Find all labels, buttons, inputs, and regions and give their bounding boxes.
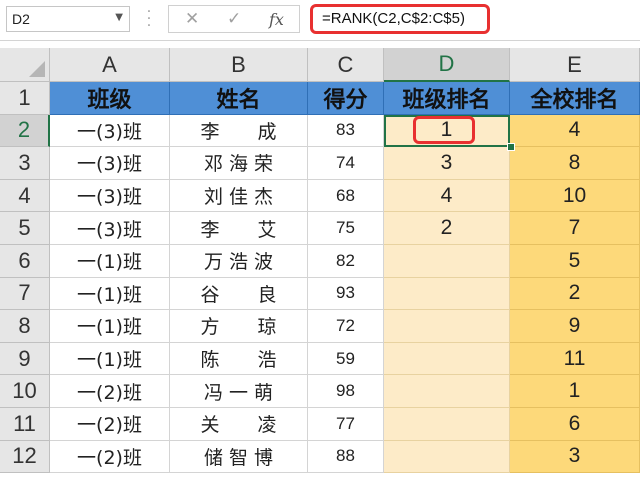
fill-handle[interactable] [507,143,515,151]
cell-score[interactable]: 59 [308,342,384,376]
cell-class[interactable]: 一(1)班 [50,310,170,343]
cell-class[interactable]: 一(3)班 [50,212,170,245]
cell-school-rank[interactable]: 9 [510,310,640,343]
column-header-a[interactable]: A [50,48,170,82]
cell-score[interactable]: 77 [308,408,384,441]
formula-bar: D2 ▼ · · · ✕ ✓ fx =RANK(C2,C$2:C$5) [0,0,640,41]
check-icon[interactable]: ✓ [227,9,241,29]
cell-school-rank[interactable]: 4 [510,114,640,148]
column-header-c[interactable]: C [308,48,384,82]
cell-name[interactable]: 邓 海 荣 [170,147,308,180]
table-header-cell[interactable]: 全校排名 [510,82,640,115]
cell-class-rank[interactable] [384,440,510,474]
row-header-12[interactable]: 12 [0,440,50,474]
cell-school-rank[interactable]: 11 [510,342,640,376]
row-header-9[interactable]: 9 [0,342,50,376]
cell-score[interactable]: 88 [308,440,384,474]
row-header-8[interactable]: 8 [0,310,50,343]
row-header-5[interactable]: 5 [0,212,50,245]
row-header-6[interactable]: 6 [0,245,50,278]
cell-name[interactable]: 李 成 [170,114,308,148]
cell-school-rank[interactable]: 6 [510,408,640,441]
formula-input[interactable]: =RANK(C2,C$2:C$5) [310,4,490,34]
column-header-b[interactable]: B [170,48,308,82]
cell-class[interactable]: 一(2)班 [50,408,170,441]
cell-school-rank[interactable]: 3 [510,440,640,474]
cell-class-rank[interactable] [384,245,510,278]
cell-class[interactable]: 一(2)班 [50,440,170,474]
cell-name[interactable]: 李 艾 [170,212,308,245]
cell-class-rank[interactable] [384,277,510,311]
cell-school-rank[interactable]: 5 [510,245,640,278]
chevron-down-icon[interactable]: ▼ [115,12,123,23]
table-header-cell[interactable]: 姓名 [170,82,308,115]
table-header-cell[interactable]: 得分 [308,82,384,115]
cell-school-rank[interactable]: 1 [510,375,640,408]
cell-class[interactable]: 一(1)班 [50,342,170,376]
cell-class-rank[interactable]: 1 [384,114,510,148]
cell-score[interactable]: 98 [308,375,384,408]
cell-school-rank[interactable]: 8 [510,147,640,180]
cell-name[interactable]: 储 智 博 [170,440,308,474]
cell-name[interactable]: 陈 浩 [170,342,308,376]
cell-score[interactable]: 82 [308,245,384,278]
cell-name[interactable]: 刘 佳 杰 [170,179,308,213]
cell-class-rank[interactable]: 3 [384,147,510,180]
cell-class-rank[interactable] [384,375,510,408]
row-header-10[interactable]: 10 [0,375,50,408]
cell-score[interactable]: 75 [308,212,384,245]
cell-name[interactable]: 方 琼 [170,310,308,343]
column-header-d[interactable]: D [384,48,510,82]
cell-class-rank[interactable] [384,408,510,441]
cell-class[interactable]: 一(3)班 [50,147,170,180]
select-all-corner[interactable] [0,48,50,82]
cell-class[interactable]: 一(1)班 [50,245,170,278]
row-header-11[interactable]: 11 [0,408,50,441]
row-header-1[interactable]: 1 [0,82,50,115]
row-header-7[interactable]: 7 [0,277,50,311]
cell-school-rank[interactable]: 10 [510,179,640,213]
cancel-icon[interactable]: ✕ [185,9,199,29]
cell-class[interactable]: 一(3)班 [50,114,170,148]
cell-score[interactable]: 74 [308,147,384,180]
table-header-cell[interactable]: 班级 [50,82,170,115]
cell-school-rank[interactable]: 2 [510,277,640,311]
cell-name[interactable]: 冯 一 萌 [170,375,308,408]
cell-class[interactable]: 一(3)班 [50,179,170,213]
cell-class-rank[interactable] [384,310,510,343]
cell-name[interactable]: 谷 良 [170,277,308,311]
cell-name[interactable]: 关 凌 [170,408,308,441]
cell-class[interactable]: 一(2)班 [50,375,170,408]
column-header-e[interactable]: E [510,48,640,82]
cell-class-rank[interactable]: 4 [384,179,510,213]
cell-school-rank[interactable]: 7 [510,212,640,245]
row-header-2[interactable]: 2 [0,114,50,148]
formula-text: =RANK(C2,C$2:C$5) [322,10,465,27]
formula-buttons: ✕ ✓ fx [168,5,300,33]
cell-class[interactable]: 一(1)班 [50,277,170,311]
row-header-3[interactable]: 3 [0,147,50,180]
cell-score[interactable]: 72 [308,310,384,343]
table-header-cell[interactable]: 班级排名 [384,82,510,115]
cell-name[interactable]: 万 浩 波 [170,245,308,278]
cell-score[interactable]: 68 [308,179,384,213]
drag-handle-icon[interactable]: · · · [146,5,152,33]
row-header-4[interactable]: 4 [0,179,50,213]
cell-class-rank[interactable] [384,342,510,376]
insert-function-icon[interactable]: fx [269,10,284,29]
cell-score[interactable]: 93 [308,277,384,311]
name-box-value: D2 [12,11,30,27]
cell-class-rank[interactable]: 2 [384,212,510,245]
cell-score[interactable]: 83 [308,114,384,148]
name-box[interactable]: D2 ▼ [6,6,130,32]
